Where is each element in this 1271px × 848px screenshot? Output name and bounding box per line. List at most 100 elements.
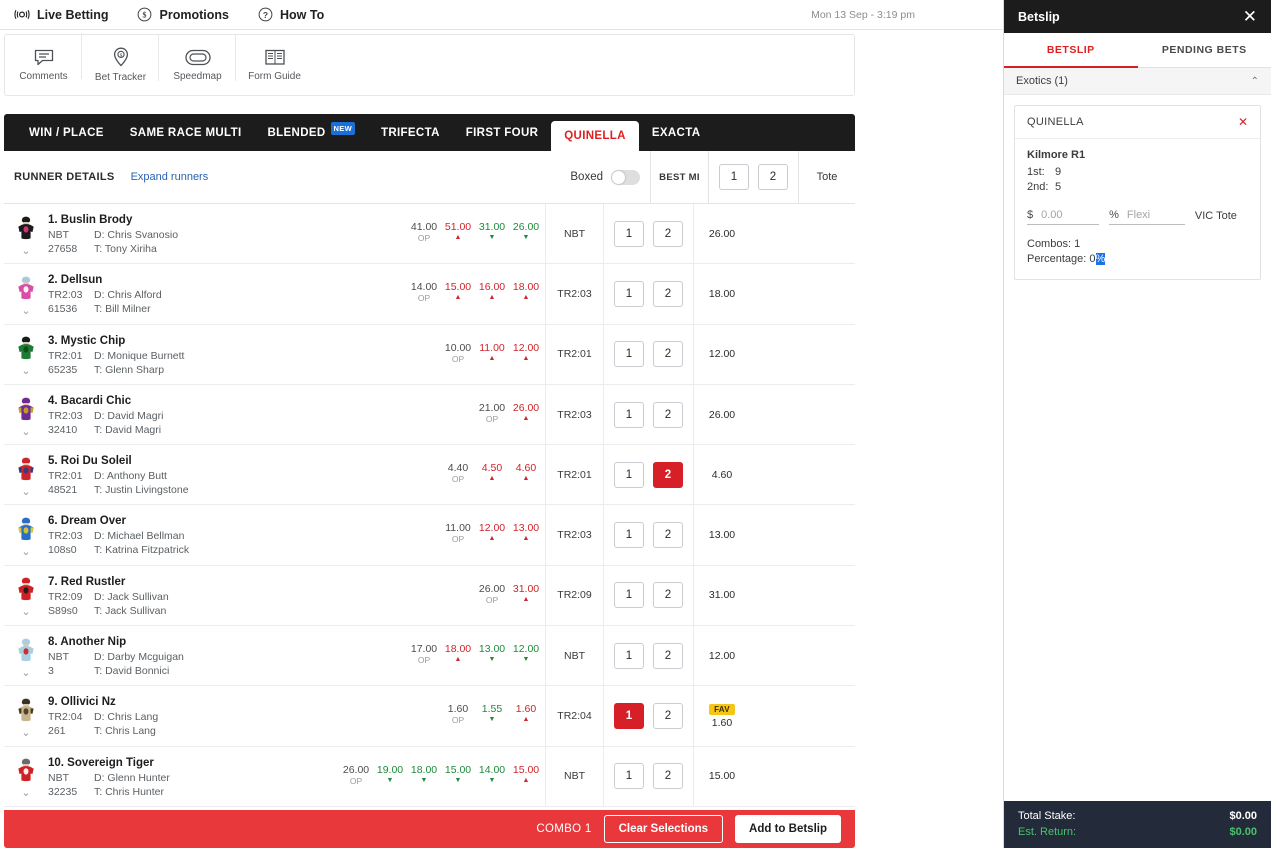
flexi-input[interactable]	[1126, 209, 1185, 221]
odds-value: 15.00	[444, 281, 472, 294]
select-first-button[interactable]: 1	[614, 763, 644, 790]
select-second-button[interactable]: 2	[653, 220, 683, 247]
select-second-button[interactable]: 2	[653, 642, 683, 669]
header-select-all-1[interactable]: 1	[719, 164, 749, 190]
select-first-button[interactable]: 1	[614, 582, 644, 609]
tab-label: SAME RACE MULTI	[129, 126, 242, 139]
tab-exacta[interactable]: EXACTA	[639, 114, 714, 151]
nav-item-promotions[interactable]: $ Promotions	[137, 7, 229, 23]
chevron-up-icon[interactable]: ⌃	[1251, 76, 1259, 87]
runner-info: 2. Dellsun TR2:03 D: Chris Alford 61536 T: B…	[48, 264, 308, 323]
runner-name[interactable]: 1. Buslin Brody	[48, 214, 308, 226]
select-first-button[interactable]: 1	[614, 280, 644, 307]
header-tote: Tote	[798, 150, 855, 204]
tool-form-guide[interactable]: Form Guide	[235, 34, 313, 82]
runner-name[interactable]: 6. Dream Over	[48, 515, 308, 527]
tab-trifecta[interactable]: TRIFECTA	[368, 114, 453, 151]
tool-bet-tracker[interactable]: $ Bet Tracker	[81, 33, 159, 83]
close-icon[interactable]: ✕	[1243, 8, 1257, 25]
runner-info: 5. Roi Du Soleil TR2:01 D: Anthony Butt 485…	[48, 445, 308, 504]
expand-runners-link[interactable]: Expand runners	[131, 171, 209, 183]
stake-input[interactable]	[1041, 209, 1100, 221]
select-second-button[interactable]: 2	[653, 341, 683, 368]
runner-name[interactable]: 5. Roi Du Soleil	[48, 455, 308, 467]
select-second-button[interactable]: 2	[653, 401, 683, 428]
select-first-button[interactable]: 1	[614, 220, 644, 247]
nav-item-live-betting[interactable]: Live Betting	[14, 7, 109, 23]
runner-best-mi-left: TR2:03	[48, 409, 83, 422]
price-up-arrow-icon: ▲	[522, 294, 530, 302]
select-second-button[interactable]: 2	[653, 522, 683, 549]
select-first-button[interactable]: 1	[614, 461, 644, 488]
runner-name[interactable]: 4. Bacardi Chic	[48, 395, 308, 407]
chevron-down-icon[interactable]: ⌄	[21, 245, 30, 257]
tab-win-place[interactable]: WIN / PLACE	[16, 114, 117, 151]
select-second-button[interactable]: 2	[653, 703, 683, 730]
select-second-button[interactable]: 2	[653, 280, 683, 307]
runner-name[interactable]: 7. Red Rustler	[48, 576, 308, 588]
select-second-button[interactable]: 2	[653, 763, 683, 790]
clear-selections-button[interactable]: Clear Selections	[603, 815, 724, 843]
tool-comments[interactable]: Comments	[5, 49, 82, 82]
flexi-field-group: %	[1109, 209, 1185, 225]
odds-value: 13.00	[512, 522, 540, 535]
select-first-button[interactable]: 1	[614, 522, 644, 549]
add-to-betslip-button[interactable]: Add to Betslip	[735, 815, 841, 843]
odds-history-cell: 1.60 OP 1.55 ▼ 1.60 ▲	[308, 686, 545, 745]
select-second-button[interactable]: 2	[653, 582, 683, 609]
runner-name[interactable]: 2. Dellsun	[48, 274, 308, 286]
price-movement: 12.00 ▼	[509, 643, 543, 664]
tab-same-race-multi[interactable]: SAME RACE MULTI	[117, 114, 255, 151]
tab-blended[interactable]: BLENDED NEW	[255, 114, 368, 151]
tab-betslip[interactable]: BETSLIP	[1004, 33, 1138, 68]
runner-name[interactable]: 3. Mystic Chip	[48, 335, 308, 347]
chevron-down-icon[interactable]: ⌄	[21, 366, 30, 377]
bet-tracker-pin-icon: $	[112, 47, 130, 67]
chevron-down-icon[interactable]: ⌄	[21, 788, 30, 799]
tab-quinella[interactable]: QUINELLA	[551, 121, 639, 151]
chevron-down-icon[interactable]: ⌄	[21, 667, 30, 679]
odds-value: 51.00	[444, 221, 472, 233]
chevron-down-icon[interactable]: ⌄	[21, 486, 30, 498]
tote-cell: 15.00	[693, 746, 750, 806]
runner-line-mi-driver: TR2:09 D: Jack Sullivan	[48, 591, 308, 603]
chevron-down-icon[interactable]: ⌄	[21, 305, 30, 317]
betslip-exotics-group-header[interactable]: Exotics (1) ⌃	[1004, 68, 1271, 95]
comment-icon	[34, 49, 54, 66]
odds-value: 26.00	[512, 221, 540, 233]
chevron-down-icon[interactable]: ⌄	[21, 426, 30, 438]
tab-first-four[interactable]: FIRST FOUR	[453, 114, 552, 151]
runner-name[interactable]: 10. Sovereign Tiger	[48, 757, 308, 769]
opening-price: 10.00 OP	[441, 342, 475, 364]
best-mi-value: NBT	[545, 626, 603, 686]
silk-icon	[14, 396, 38, 425]
remove-bet-icon[interactable]: ✕	[1238, 116, 1248, 128]
header-select-all-2[interactable]: 2	[758, 164, 788, 190]
tab-pending-bets[interactable]: PENDING BETS	[1138, 33, 1271, 67]
best-mi-value: NBT	[545, 204, 603, 264]
tool-speedmap[interactable]: Speedmap	[158, 34, 236, 82]
chevron-down-icon[interactable]: ⌄	[21, 728, 30, 739]
odds-value: 21.00	[478, 401, 506, 414]
select-first-button[interactable]: 1	[614, 642, 644, 669]
runner-line-form-trainer: 61536 T: Bill Milner	[48, 303, 308, 315]
select-second-button[interactable]: 2	[653, 461, 683, 488]
price-movement: 18.00 ▲	[509, 281, 543, 302]
runner-name[interactable]: 9. Ollivici Nz	[48, 696, 308, 708]
odds-value: 26.00	[478, 582, 506, 595]
tool-label: Bet Tracker	[94, 72, 147, 83]
chevron-down-icon[interactable]: ⌄	[21, 607, 30, 618]
select-first-button[interactable]: 1	[614, 341, 644, 368]
runner-silk-cell: ⌄	[4, 204, 48, 263]
price-down-arrow-icon: ▼	[522, 656, 530, 664]
runner-name[interactable]: 8. Another Nip	[48, 636, 308, 648]
select-first-button[interactable]: 1	[614, 401, 644, 428]
boxed-toggle[interactable]	[611, 169, 640, 185]
runner-line-mi-driver: NBT D: Darby Mcguigan	[48, 651, 308, 663]
chevron-down-icon[interactable]: ⌄	[21, 547, 30, 558]
runner-best-mi-left: TR2:01	[48, 349, 83, 362]
select-first-button[interactable]: 1	[614, 703, 644, 730]
best-mi-value: TR2:09	[545, 565, 603, 626]
nav-item-how-to[interactable]: ? How To	[257, 7, 324, 23]
tote-value: 15.00	[708, 770, 736, 783]
